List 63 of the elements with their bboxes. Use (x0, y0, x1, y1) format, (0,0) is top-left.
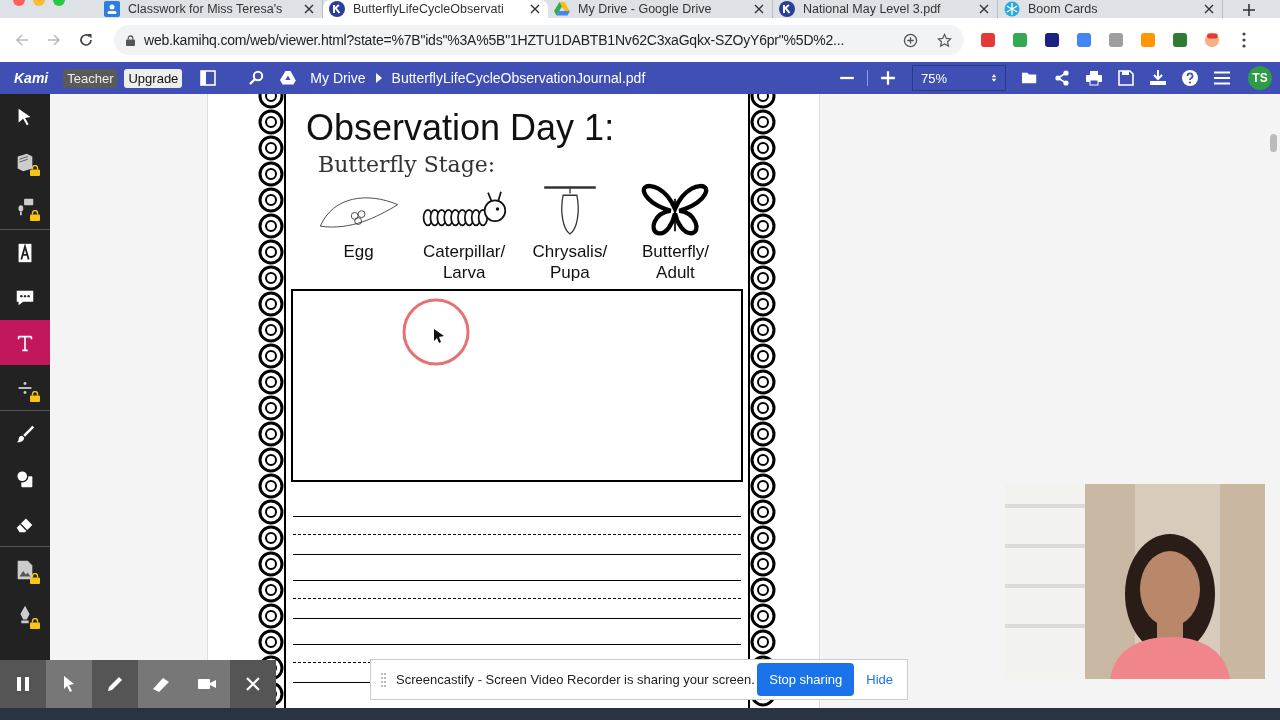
drive-icon (554, 1, 570, 17)
section-heading: Butterfly Stage: (318, 152, 497, 177)
stepper-icon (991, 73, 997, 83)
upgrade-button[interactable]: Upgrade (124, 68, 183, 88)
save-icon[interactable] (1118, 70, 1134, 86)
hide-button[interactable]: Hide (854, 672, 901, 687)
lock-icon (30, 165, 40, 176)
menu-icon[interactable] (1214, 70, 1230, 86)
lock-icon (126, 34, 135, 46)
extension-icon[interactable] (1044, 32, 1060, 48)
close-icon[interactable] (530, 4, 540, 14)
caret-icon (375, 73, 382, 83)
pointer-button[interactable] (46, 660, 92, 708)
new-tab-icon[interactable] (1243, 4, 1255, 16)
pen-button[interactable] (92, 660, 138, 708)
close-button[interactable] (230, 660, 276, 708)
star-icon[interactable] (937, 32, 952, 48)
sidebar-icon[interactable] (200, 70, 217, 86)
print-icon[interactable] (1086, 70, 1102, 86)
lock-icon (30, 618, 40, 629)
stop-sharing-button[interactable]: Stop sharing (757, 663, 855, 696)
zoom-in-icon[interactable] (880, 70, 896, 86)
zoom-dropdown[interactable]: 75% (912, 65, 1006, 91)
breadcrumb-link[interactable]: My Drive (310, 70, 366, 86)
teacher-badge: Teacher (63, 68, 118, 88)
highlighter-button[interactable] (138, 660, 184, 708)
browser-tab[interactable]: ButterflyLifeCycleObservati (323, 0, 548, 18)
close-icon[interactable] (1204, 4, 1214, 14)
close-icon[interactable] (754, 4, 764, 14)
lock-icon (30, 573, 40, 584)
reload-icon[interactable] (78, 32, 94, 48)
file-name: ButterflyLifeCycleObservationJournal.pdf (391, 70, 646, 86)
camera-button[interactable] (184, 660, 230, 708)
more-icon[interactable] (1242, 32, 1246, 48)
download-icon[interactable] (1150, 70, 1166, 86)
drive-icon (280, 70, 297, 86)
page-title: Observation Day 1: (306, 108, 616, 148)
scrollbar[interactable] (1270, 134, 1277, 152)
stage-label: Caterpillar/ Larva (423, 241, 506, 283)
close-icon[interactable] (304, 4, 314, 14)
stage-label: Egg (343, 241, 374, 262)
help-icon[interactable] (1182, 70, 1198, 86)
address-bar[interactable]: web.kamihq.com/web/viewer.html?state=%7B"ids"%3A%5B"1HZTU1DABTB1Nv62C3xaGqkx-SZOyY6pr"%5D%2... (114, 25, 964, 55)
search-icon[interactable] (248, 70, 265, 86)
add-icon[interactable] (903, 32, 918, 48)
close-icon[interactable] (979, 4, 989, 14)
cursor-icon (401, 297, 471, 367)
snowflake-icon (1004, 1, 1020, 17)
drawing-box[interactable] (291, 289, 743, 482)
folder-icon[interactable] (1022, 70, 1038, 86)
kami-logo[interactable]: Kami (14, 70, 49, 86)
stage-label: Chrysalis/ Pupa (532, 241, 608, 283)
user-avatar[interactable]: TS (1248, 66, 1272, 90)
sharing-message: Screencastify - Screen Video Recorder is sharing your screen. (396, 672, 756, 687)
lock-icon (30, 210, 40, 221)
cartoon-extension-icon[interactable] (1204, 32, 1220, 48)
lock-icon (30, 391, 40, 402)
stage-label: Butterfly/ Adult (641, 241, 709, 283)
drag-handle[interactable] (381, 672, 386, 687)
share-icon[interactable] (1054, 70, 1070, 86)
pen-icon (105, 674, 125, 694)
url-text: web.kamihq.com/web/viewer.html?state=%7B"ids"%3A%5B"1HZTU1DABTB1Nv62C3xaGqkx-SZOyY6pr"%5D%2... (144, 32, 846, 48)
pause-button[interactable] (0, 660, 46, 708)
